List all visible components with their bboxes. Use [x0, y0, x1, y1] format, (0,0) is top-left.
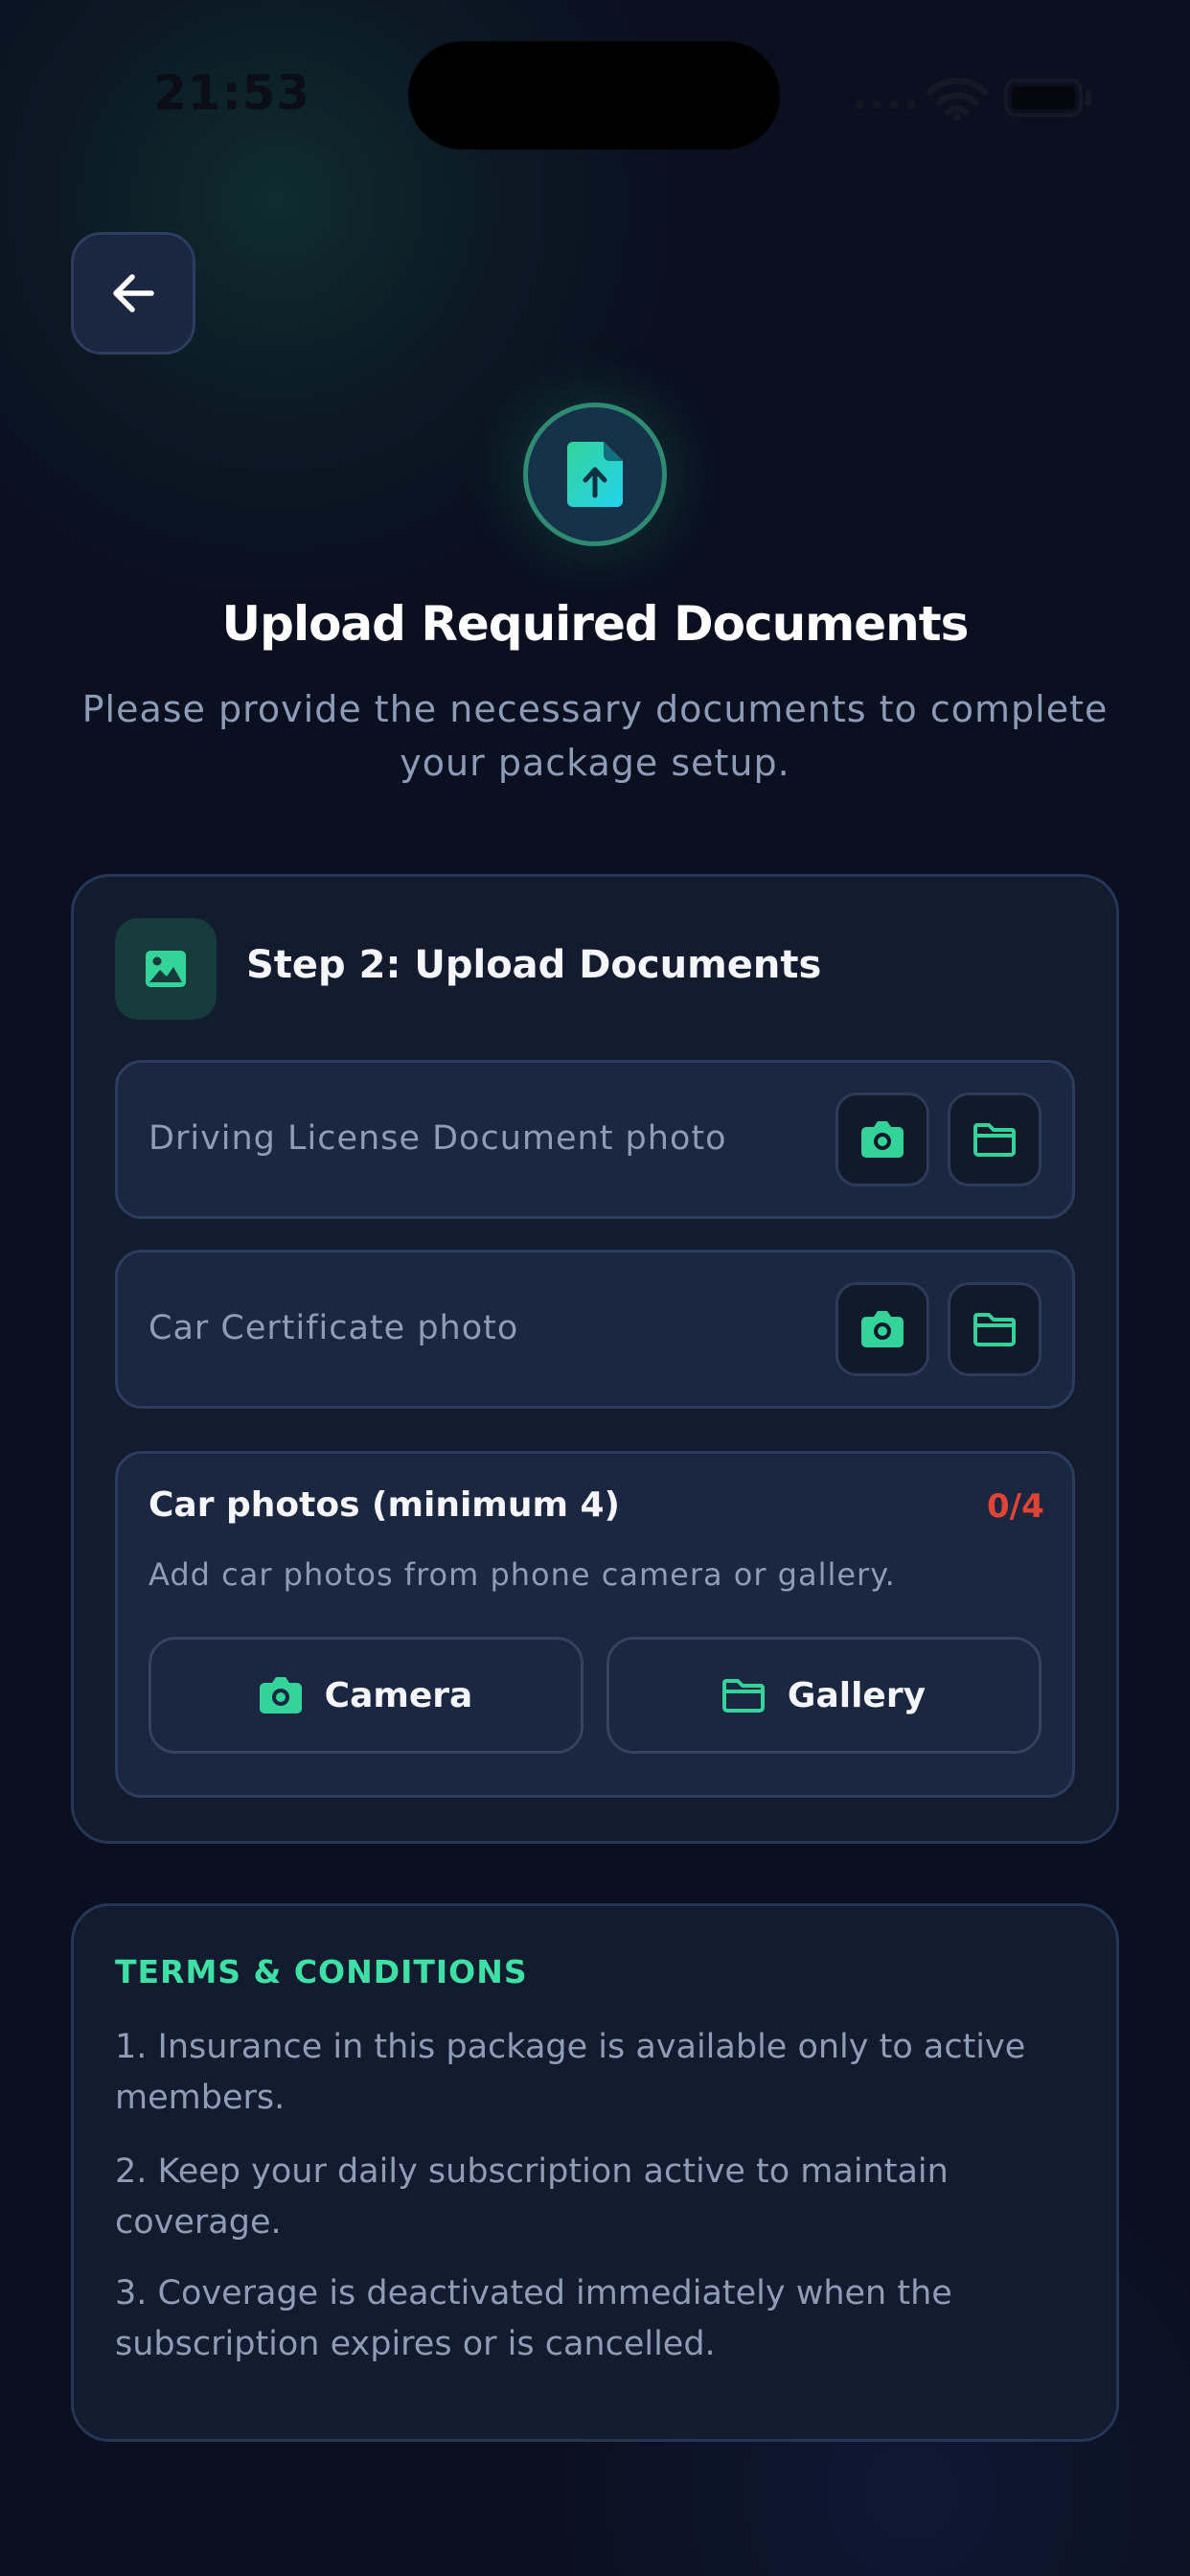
camera-icon [861, 1121, 904, 1158]
wifi-icon [926, 77, 989, 121]
camera-icon [861, 1311, 904, 1347]
terms-item: 3. Coverage is deactivated immediately w… [115, 2274, 952, 2363]
terms-item: 2. Keep your daily subscription active t… [115, 2152, 949, 2242]
battery-icon [1004, 79, 1083, 117]
driving-license-gallery-button[interactable] [948, 1092, 1041, 1186]
folder-icon [721, 1679, 765, 1713]
driving-license-camera-button[interactable] [835, 1092, 929, 1186]
terms-title: TERMS & CONDITIONS [115, 1953, 528, 1990]
page-title: Upload Required Documents [221, 596, 970, 652]
back-button[interactable] [71, 232, 195, 355]
folder-icon [973, 1123, 1016, 1157]
image-icon [115, 918, 217, 1020]
terms-item: 1. Insurance in this package is availabl… [115, 2028, 1026, 2117]
step-title: Step 2: Upload Documents [246, 943, 822, 987]
gallery-button-label: Gallery [787, 1675, 927, 1715]
cellular-signal-icon [855, 100, 916, 109]
car-photos-camera-button[interactable]: Camera [149, 1637, 584, 1754]
dynamic-island [408, 41, 780, 150]
car-photos-count-badge: 0/4 [987, 1487, 1044, 1526]
car-photos-gallery-button[interactable]: Gallery [606, 1637, 1041, 1754]
page-subtitle: Please provide the necessary documents t… [81, 688, 1109, 784]
car-photos-description: Add car photos from phone camera or gall… [149, 1556, 896, 1593]
car-certificate-gallery-button[interactable] [948, 1282, 1041, 1376]
driving-license-label: Driving License Document photo [149, 1119, 727, 1158]
car-certificate-camera-button[interactable] [835, 1282, 929, 1376]
folder-icon [973, 1313, 1016, 1346]
car-certificate-label: Car Certificate photo [149, 1309, 519, 1347]
camera-icon [259, 1677, 302, 1714]
status-time: 21:53 [153, 65, 311, 121]
battery-cap [1086, 90, 1091, 105]
car-photos-title: Car photos (minimum 4) [149, 1485, 620, 1525]
camera-button-label: Camera [324, 1675, 473, 1715]
arrow-left-icon [113, 274, 154, 312]
file-upload-icon [523, 402, 667, 546]
